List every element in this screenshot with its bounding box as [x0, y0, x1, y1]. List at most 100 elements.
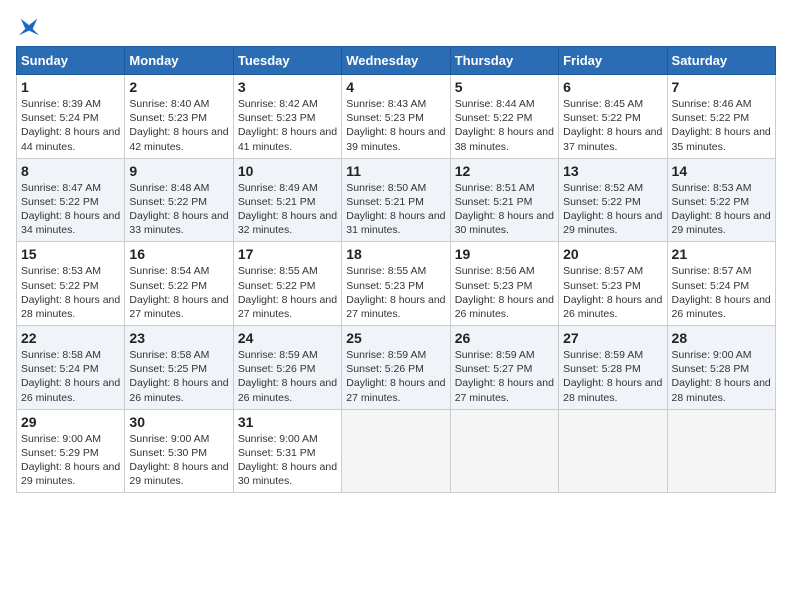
calendar-day-cell: 20 Sunrise: 8:57 AMSunset: 5:23 PMDaylig… [559, 242, 667, 326]
day-detail: Sunrise: 8:53 AMSunset: 5:22 PMDaylight:… [672, 181, 771, 238]
calendar-day-header: Friday [559, 47, 667, 75]
calendar-table: SundayMondayTuesdayWednesdayThursdayFrid… [16, 46, 776, 493]
calendar-day-cell: 14 Sunrise: 8:53 AMSunset: 5:22 PMDaylig… [667, 158, 775, 242]
day-number: 14 [672, 163, 771, 179]
day-number: 1 [21, 79, 120, 95]
calendar-day-cell: 30 Sunrise: 9:00 AMSunset: 5:30 PMDaylig… [125, 409, 233, 493]
day-detail: Sunrise: 9:00 AMSunset: 5:30 PMDaylight:… [129, 432, 228, 489]
day-detail: Sunrise: 8:46 AMSunset: 5:22 PMDaylight:… [672, 97, 771, 154]
calendar-header-row: SundayMondayTuesdayWednesdayThursdayFrid… [17, 47, 776, 75]
calendar-day-cell: 11 Sunrise: 8:50 AMSunset: 5:21 PMDaylig… [342, 158, 450, 242]
day-detail: Sunrise: 8:55 AMSunset: 5:23 PMDaylight:… [346, 264, 445, 321]
day-number: 21 [672, 246, 771, 262]
calendar-day-cell: 7 Sunrise: 8:46 AMSunset: 5:22 PMDayligh… [667, 75, 775, 159]
calendar-day-cell: 9 Sunrise: 8:48 AMSunset: 5:22 PMDayligh… [125, 158, 233, 242]
day-detail: Sunrise: 8:58 AMSunset: 5:24 PMDaylight:… [21, 348, 120, 405]
calendar-week-row: 29 Sunrise: 9:00 AMSunset: 5:29 PMDaylig… [17, 409, 776, 493]
day-number: 18 [346, 246, 445, 262]
calendar-day-header: Sunday [17, 47, 125, 75]
day-number: 13 [563, 163, 662, 179]
day-number: 10 [238, 163, 337, 179]
calendar-day-cell: 1 Sunrise: 8:39 AMSunset: 5:24 PMDayligh… [17, 75, 125, 159]
day-number: 20 [563, 246, 662, 262]
day-detail: Sunrise: 8:57 AMSunset: 5:23 PMDaylight:… [563, 264, 662, 321]
calendar-day-cell: 19 Sunrise: 8:56 AMSunset: 5:23 PMDaylig… [450, 242, 558, 326]
calendar-day-header: Saturday [667, 47, 775, 75]
day-number: 2 [129, 79, 228, 95]
calendar-day-cell: 6 Sunrise: 8:45 AMSunset: 5:22 PMDayligh… [559, 75, 667, 159]
day-detail: Sunrise: 8:58 AMSunset: 5:25 PMDaylight:… [129, 348, 228, 405]
day-number: 19 [455, 246, 554, 262]
calendar-week-row: 22 Sunrise: 8:58 AMSunset: 5:24 PMDaylig… [17, 326, 776, 410]
day-number: 8 [21, 163, 120, 179]
day-number: 23 [129, 330, 228, 346]
day-detail: Sunrise: 8:59 AMSunset: 5:26 PMDaylight:… [346, 348, 445, 405]
calendar-week-row: 8 Sunrise: 8:47 AMSunset: 5:22 PMDayligh… [17, 158, 776, 242]
day-detail: Sunrise: 8:53 AMSunset: 5:22 PMDaylight:… [21, 264, 120, 321]
calendar-day-cell: 23 Sunrise: 8:58 AMSunset: 5:25 PMDaylig… [125, 326, 233, 410]
calendar-day-cell: 10 Sunrise: 8:49 AMSunset: 5:21 PMDaylig… [233, 158, 341, 242]
day-number: 22 [21, 330, 120, 346]
day-detail: Sunrise: 8:47 AMSunset: 5:22 PMDaylight:… [21, 181, 120, 238]
calendar-day-cell: 25 Sunrise: 8:59 AMSunset: 5:26 PMDaylig… [342, 326, 450, 410]
calendar-day-cell: 18 Sunrise: 8:55 AMSunset: 5:23 PMDaylig… [342, 242, 450, 326]
day-number: 16 [129, 246, 228, 262]
day-detail: Sunrise: 8:40 AMSunset: 5:23 PMDaylight:… [129, 97, 228, 154]
day-detail: Sunrise: 8:44 AMSunset: 5:22 PMDaylight:… [455, 97, 554, 154]
day-detail: Sunrise: 8:45 AMSunset: 5:22 PMDaylight:… [563, 97, 662, 154]
calendar-day-header: Thursday [450, 47, 558, 75]
day-number: 29 [21, 414, 120, 430]
day-number: 28 [672, 330, 771, 346]
day-detail: Sunrise: 8:49 AMSunset: 5:21 PMDaylight:… [238, 181, 337, 238]
day-number: 5 [455, 79, 554, 95]
day-detail: Sunrise: 8:56 AMSunset: 5:23 PMDaylight:… [455, 264, 554, 321]
day-detail: Sunrise: 8:43 AMSunset: 5:23 PMDaylight:… [346, 97, 445, 154]
day-number: 11 [346, 163, 445, 179]
calendar-day-cell [342, 409, 450, 493]
day-detail: Sunrise: 8:42 AMSunset: 5:23 PMDaylight:… [238, 97, 337, 154]
calendar-day-cell: 29 Sunrise: 9:00 AMSunset: 5:29 PMDaylig… [17, 409, 125, 493]
day-detail: Sunrise: 9:00 AMSunset: 5:29 PMDaylight:… [21, 432, 120, 489]
day-detail: Sunrise: 8:54 AMSunset: 5:22 PMDaylight:… [129, 264, 228, 321]
calendar-day-cell: 21 Sunrise: 8:57 AMSunset: 5:24 PMDaylig… [667, 242, 775, 326]
calendar-week-row: 15 Sunrise: 8:53 AMSunset: 5:22 PMDaylig… [17, 242, 776, 326]
calendar-day-header: Wednesday [342, 47, 450, 75]
day-number: 15 [21, 246, 120, 262]
day-detail: Sunrise: 9:00 AMSunset: 5:31 PMDaylight:… [238, 432, 337, 489]
calendar-day-cell: 24 Sunrise: 8:59 AMSunset: 5:26 PMDaylig… [233, 326, 341, 410]
calendar-day-cell: 31 Sunrise: 9:00 AMSunset: 5:31 PMDaylig… [233, 409, 341, 493]
calendar-day-cell: 15 Sunrise: 8:53 AMSunset: 5:22 PMDaylig… [17, 242, 125, 326]
calendar-day-cell: 4 Sunrise: 8:43 AMSunset: 5:23 PMDayligh… [342, 75, 450, 159]
day-detail: Sunrise: 8:55 AMSunset: 5:22 PMDaylight:… [238, 264, 337, 321]
calendar-day-header: Tuesday [233, 47, 341, 75]
day-number: 7 [672, 79, 771, 95]
day-detail: Sunrise: 8:39 AMSunset: 5:24 PMDaylight:… [21, 97, 120, 154]
calendar-day-cell: 17 Sunrise: 8:55 AMSunset: 5:22 PMDaylig… [233, 242, 341, 326]
calendar-week-row: 1 Sunrise: 8:39 AMSunset: 5:24 PMDayligh… [17, 75, 776, 159]
calendar-day-cell: 5 Sunrise: 8:44 AMSunset: 5:22 PMDayligh… [450, 75, 558, 159]
day-detail: Sunrise: 8:59 AMSunset: 5:28 PMDaylight:… [563, 348, 662, 405]
day-detail: Sunrise: 8:50 AMSunset: 5:21 PMDaylight:… [346, 181, 445, 238]
calendar-day-cell [450, 409, 558, 493]
day-number: 24 [238, 330, 337, 346]
calendar-day-cell: 2 Sunrise: 8:40 AMSunset: 5:23 PMDayligh… [125, 75, 233, 159]
calendar-day-cell: 26 Sunrise: 8:59 AMSunset: 5:27 PMDaylig… [450, 326, 558, 410]
day-number: 6 [563, 79, 662, 95]
day-number: 3 [238, 79, 337, 95]
logo-bird-icon [18, 16, 40, 38]
day-number: 27 [563, 330, 662, 346]
calendar-day-cell [559, 409, 667, 493]
calendar-day-cell: 28 Sunrise: 9:00 AMSunset: 5:28 PMDaylig… [667, 326, 775, 410]
day-detail: Sunrise: 8:59 AMSunset: 5:26 PMDaylight:… [238, 348, 337, 405]
day-detail: Sunrise: 8:48 AMSunset: 5:22 PMDaylight:… [129, 181, 228, 238]
calendar-day-cell: 22 Sunrise: 8:58 AMSunset: 5:24 PMDaylig… [17, 326, 125, 410]
day-number: 25 [346, 330, 445, 346]
day-number: 4 [346, 79, 445, 95]
page-header [16, 16, 776, 38]
calendar-day-header: Monday [125, 47, 233, 75]
logo [16, 16, 40, 38]
calendar-day-cell: 27 Sunrise: 8:59 AMSunset: 5:28 PMDaylig… [559, 326, 667, 410]
day-number: 9 [129, 163, 228, 179]
day-detail: Sunrise: 8:52 AMSunset: 5:22 PMDaylight:… [563, 181, 662, 238]
calendar-day-cell [667, 409, 775, 493]
